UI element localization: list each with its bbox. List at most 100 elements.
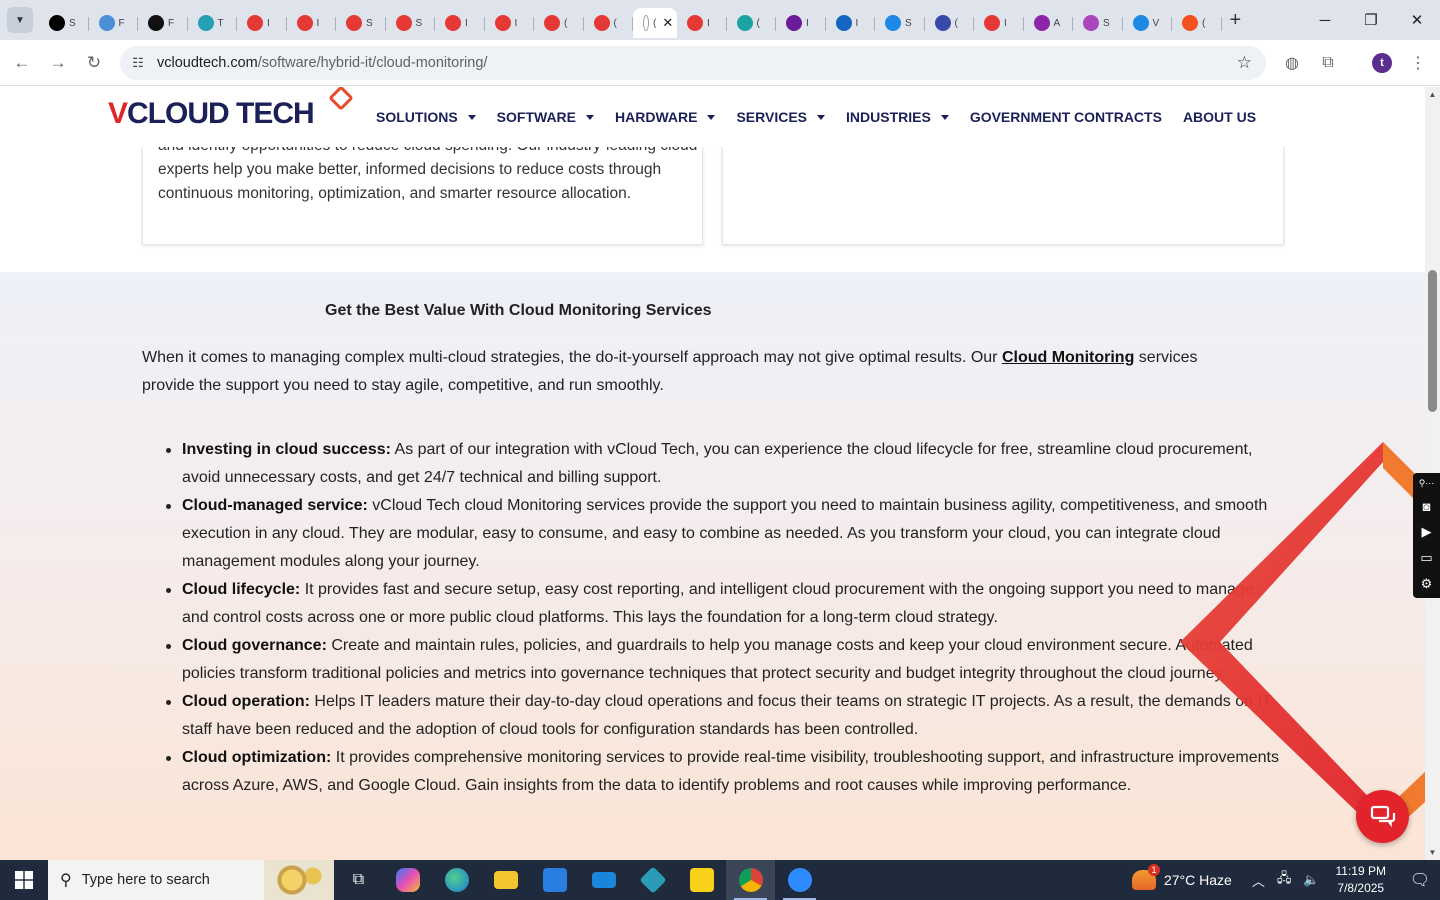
window-capture-icon[interactable]: ▭ xyxy=(1420,545,1432,571)
back-button[interactable]: ← xyxy=(4,45,40,81)
tab-search-button[interactable]: ▼ xyxy=(7,7,33,33)
new-tab-button[interactable]: + xyxy=(1230,9,1242,32)
tab-title: T xyxy=(217,17,224,29)
notification-center-button[interactable]: 🗨 xyxy=(1400,860,1440,900)
browser-tab[interactable]: T xyxy=(188,8,238,38)
section-title: Get the Best Value With Cloud Monitoring… xyxy=(325,302,712,319)
tab-title: S xyxy=(415,17,423,29)
browser-tab[interactable]: I xyxy=(287,8,337,38)
scrollbar-thumb[interactable] xyxy=(1428,270,1437,412)
nav-item-hardware[interactable]: HARDWARE xyxy=(615,109,716,125)
app-diamond-button[interactable] xyxy=(628,860,677,900)
browser-tab[interactable]: S xyxy=(1073,8,1123,38)
browser-tab[interactable]: F xyxy=(89,8,139,38)
start-button[interactable] xyxy=(0,860,48,900)
forward-button[interactable]: → xyxy=(40,45,76,81)
volume-icon[interactable]: 🔈 xyxy=(1303,872,1319,888)
site-info-icon[interactable]: ☷ xyxy=(128,55,148,71)
bookmark-star-icon[interactable]: ☆ xyxy=(1237,53,1252,73)
edge-icon xyxy=(444,868,469,892)
chrome-button[interactable] xyxy=(726,860,775,900)
nav-item-services[interactable]: SERVICES xyxy=(736,109,826,125)
browser-tab[interactable]: ( xyxy=(925,8,975,38)
browser-tab[interactable]: ( xyxy=(727,8,777,38)
browser-tab[interactable]: ( xyxy=(584,8,634,38)
browser-tab[interactable]: F xyxy=(138,8,188,38)
browser-tab[interactable]: A xyxy=(1024,8,1074,38)
store-button[interactable] xyxy=(530,860,579,900)
tab-active[interactable]: (✕ xyxy=(633,8,677,38)
nav-item-label: GOVERNMENT CONTRACTS xyxy=(969,109,1162,125)
minimize-button[interactable]: ─ xyxy=(1302,0,1348,40)
list-item-term: Cloud operation: xyxy=(182,693,310,710)
scroll-down-arrow-icon[interactable]: ▼ xyxy=(1425,845,1440,860)
browser-tab[interactable]: I xyxy=(485,8,535,38)
nav-item-about-us[interactable]: ABOUT US xyxy=(1183,109,1256,125)
task-view-button[interactable]: ⧉ xyxy=(334,860,383,900)
nav-item-label: ABOUT US xyxy=(1182,109,1257,125)
menu-kebab-icon[interactable]: ⋮ xyxy=(1400,40,1436,86)
file-explorer-button[interactable] xyxy=(481,860,530,900)
arrow-left-icon: ← xyxy=(13,52,31,72)
address-bar[interactable]: ☷ vcloudtech.com/software/hybrid-it/clou… xyxy=(120,46,1266,80)
extensions-icon[interactable]: ⧉ xyxy=(1310,40,1346,86)
cloud-monitoring-link[interactable]: Cloud Monitoring xyxy=(1002,349,1134,366)
site-logo[interactable]: VCLOUD TECH xyxy=(108,87,354,131)
browser-tab[interactable]: I xyxy=(435,8,485,38)
browser-tab[interactable]: S xyxy=(875,8,925,38)
list-item-text: It provides comprehensive monitoring ser… xyxy=(182,749,1279,794)
nav-item-label: SOFTWARE xyxy=(496,109,577,125)
nav-item-government-contracts[interactable]: GOVERNMENT CONTRACTS xyxy=(970,109,1162,125)
camera-icon[interactable]: ◙ xyxy=(1423,493,1431,519)
chevron-up-icon[interactable]: ︿ xyxy=(1252,871,1265,890)
sticky-notes-button[interactable] xyxy=(677,860,726,900)
browser-tab[interactable]: I xyxy=(237,8,287,38)
browser-tab[interactable]: ( xyxy=(534,8,584,38)
nav-item-industries[interactable]: INDUSTRIES xyxy=(846,109,949,125)
browser-tab[interactable]: S xyxy=(336,8,386,38)
restore-button[interactable]: ❐ xyxy=(1348,0,1394,40)
browser-tab[interactable]: S xyxy=(386,8,436,38)
system-clock[interactable]: 11:19 PM 7/8/2025 xyxy=(1336,863,1386,897)
browser-tab[interactable]: I xyxy=(974,8,1024,38)
nav-item-software[interactable]: SOFTWARE xyxy=(496,109,595,125)
tab-title: ( xyxy=(613,17,617,29)
profile-button[interactable]: t xyxy=(1364,40,1400,86)
close-window-button[interactable]: ✕ xyxy=(1394,0,1440,40)
caret-down-icon xyxy=(707,114,716,120)
list-item-term: Cloud lifecycle: xyxy=(182,581,301,598)
list-item-text: Create and maintain rules, policies, and… xyxy=(182,637,1253,682)
url-host: vcloudtech.com xyxy=(157,55,258,71)
taskbar-search-box[interactable]: ⚲ Type here to search xyxy=(48,860,334,900)
tab-title: I xyxy=(514,17,518,29)
tab-title: S xyxy=(905,17,912,29)
browser-tab[interactable]: ( xyxy=(1172,8,1222,38)
browser-tab[interactable]: I xyxy=(776,8,826,38)
chat-button[interactable] xyxy=(1356,790,1409,843)
browser-tab[interactable]: I xyxy=(677,8,727,38)
scroll-up-arrow-icon[interactable]: ▲ xyxy=(1425,87,1440,102)
close-tab-icon[interactable]: ✕ xyxy=(662,15,673,31)
browser-tab[interactable]: V xyxy=(1123,8,1173,38)
edge-button[interactable] xyxy=(432,860,481,900)
tab-strip: ▼ S F F T I I S S I I(((✕ I(I I S(I A S V( + ─ ❐ ✕ xyxy=(0,0,1440,40)
browser-tab[interactable]: I xyxy=(826,8,876,38)
tab-favicon-icon xyxy=(247,15,263,31)
mail-button[interactable] xyxy=(579,860,628,900)
network-icon[interactable]: 🖧 xyxy=(1277,869,1292,891)
tab-favicon-icon xyxy=(687,15,703,31)
weather-widget[interactable]: 1 27°C Haze xyxy=(1131,864,1232,890)
url-text[interactable]: vcloudtech.com/software/hybrid-it/cloud-… xyxy=(157,55,487,71)
settings-gear-icon[interactable]: ⚙ xyxy=(1421,571,1433,597)
zoom-button[interactable] xyxy=(775,860,824,900)
nav-item-solutions[interactable]: SOLUTIONS xyxy=(376,109,476,125)
video-camera-icon[interactable]: ▶ xyxy=(1422,519,1432,545)
translate-icon[interactable]: ◍ xyxy=(1274,40,1310,86)
copilot-button[interactable] xyxy=(383,860,432,900)
browser-tab[interactable]: S xyxy=(39,8,89,38)
reload-button[interactable]: ↻ xyxy=(76,45,112,81)
tab-title: I xyxy=(465,17,468,29)
tab-favicon-icon xyxy=(1182,15,1198,31)
pin-icon[interactable]: ⚲⋯ xyxy=(1419,473,1435,493)
tab-title: A xyxy=(1053,17,1061,29)
